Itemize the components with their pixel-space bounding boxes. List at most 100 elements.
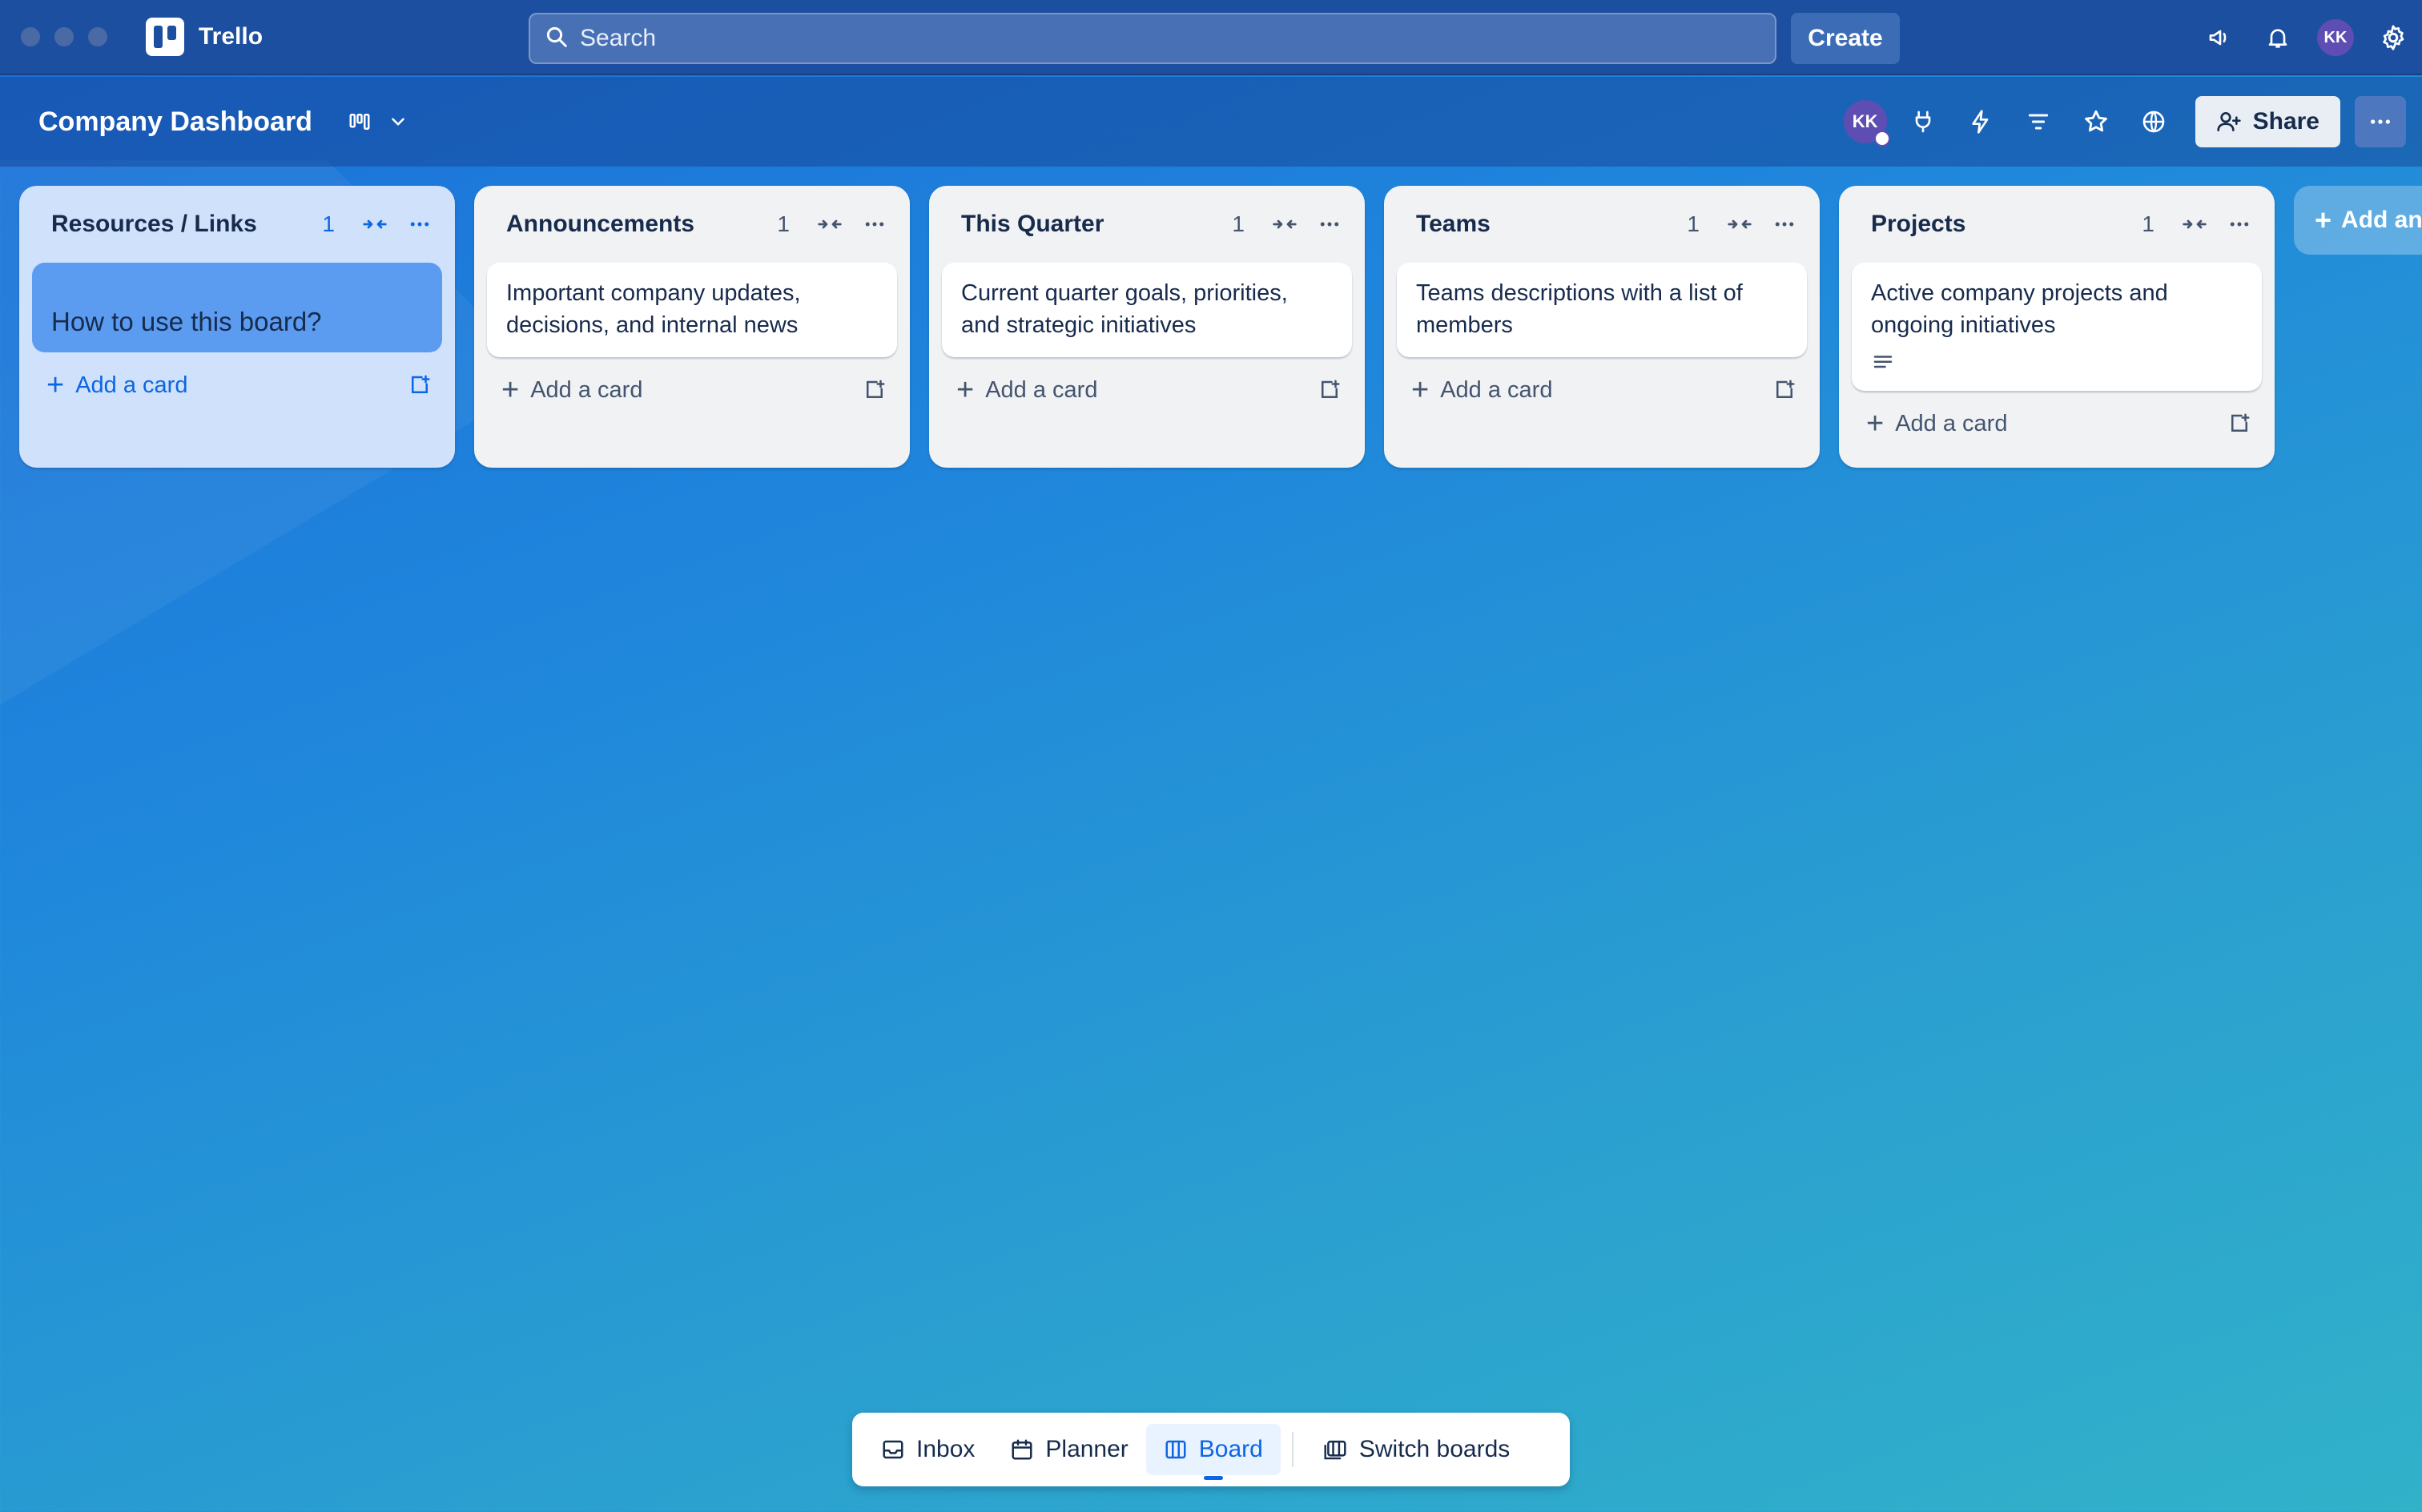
star-button[interactable] <box>2067 93 2125 151</box>
admin-badge-icon <box>1873 131 1890 147</box>
close-window-button[interactable] <box>21 27 40 46</box>
chevron-down-icon <box>392 118 404 126</box>
more-icon <box>865 222 884 227</box>
list-actions-button[interactable] <box>2217 202 2262 247</box>
more-icon <box>1775 222 1794 227</box>
trello-logo[interactable]: Trello <box>146 18 263 56</box>
card[interactable]: How to use this board? <box>32 263 442 352</box>
account-button[interactable]: KK <box>2307 9 2364 66</box>
list-title[interactable]: Resources / Links <box>51 211 322 238</box>
share-button[interactable]: Share <box>2195 96 2340 147</box>
list-title[interactable]: Projects <box>1871 211 2142 238</box>
collapse-list-button[interactable] <box>352 202 397 247</box>
announcements-button[interactable] <box>2191 9 2249 66</box>
card-count: 1 <box>1232 211 1245 236</box>
search-bar[interactable] <box>529 13 1776 64</box>
settings-button[interactable] <box>2364 9 2422 66</box>
add-card-button[interactable]: + Add a card <box>1852 391 2262 456</box>
board-view-switcher[interactable] <box>348 110 408 134</box>
board-title[interactable]: Company Dashboard <box>38 107 312 138</box>
card-title: Active company projects and ongoing init… <box>1871 280 2168 338</box>
top-right-actions: KK <box>2191 0 2422 75</box>
list-title[interactable]: This Quarter <box>961 211 1232 238</box>
template-icon <box>412 375 430 393</box>
nav-planner-label: Planner <box>1045 1436 1129 1462</box>
add-card-label: Add a card <box>530 376 643 403</box>
template-icon <box>867 380 885 398</box>
power-ups-button[interactable] <box>1894 93 1952 151</box>
gear-icon <box>2383 25 2404 50</box>
create-from-template-button[interactable] <box>2217 401 2262 446</box>
collapse-icon <box>1273 219 1297 229</box>
notifications-button[interactable] <box>2249 9 2307 66</box>
minimize-window-button[interactable] <box>54 27 74 46</box>
card[interactable]: Active company projects and ongoing init… <box>1852 263 2262 391</box>
list-header: Teams 1 <box>1397 186 1807 263</box>
add-card-button[interactable]: + Add a card <box>487 357 897 423</box>
board-view-icon <box>349 114 370 130</box>
visibility-button[interactable] <box>2125 93 2183 151</box>
add-card-label: Add a card <box>985 376 1098 403</box>
create-from-template-button[interactable] <box>1307 368 1352 412</box>
calendar-icon <box>1012 1439 1032 1460</box>
nav-planner[interactable]: Planner <box>992 1424 1145 1475</box>
card-count: 1 <box>1687 211 1700 236</box>
list-resources-links[interactable]: Resources / Links 1 How to use this boar… <box>19 186 455 468</box>
list-title[interactable]: Announcements <box>506 211 777 238</box>
add-card-label: Add a card <box>1440 376 1553 403</box>
template-icon <box>1322 380 1340 398</box>
card[interactable]: Teams descriptions with a list of member… <box>1397 263 1807 357</box>
create-button[interactable]: Create <box>1791 13 1900 64</box>
card[interactable]: Current quarter goals, priorities, and s… <box>942 263 1352 357</box>
nav-inbox[interactable]: Inbox <box>863 1424 992 1475</box>
list-announcements[interactable]: Announcements 1 Important company update… <box>474 186 910 468</box>
collapse-list-button[interactable] <box>1717 202 1762 247</box>
collapse-list-button[interactable] <box>1262 202 1307 247</box>
list-actions-button[interactable] <box>1307 202 1352 247</box>
create-from-template-button[interactable] <box>852 368 897 412</box>
nav-switch-boards[interactable]: Switch boards <box>1305 1424 1527 1475</box>
collapse-list-button[interactable] <box>807 202 852 247</box>
add-card-button[interactable]: + Add a card <box>1397 357 1807 423</box>
add-card-button[interactable]: + Add a card <box>942 357 1352 423</box>
avatar: KK <box>2317 19 2354 56</box>
list-actions-button[interactable] <box>397 202 442 247</box>
board-member[interactable]: KK <box>1837 93 1894 151</box>
member-initials: KK <box>1852 111 1878 131</box>
search-input[interactable] <box>580 25 1701 52</box>
list-teams[interactable]: Teams 1 Teams descriptions with a list o… <box>1384 186 1820 468</box>
add-list-button[interactable]: + Add an <box>2294 186 2422 255</box>
nav-board-label: Board <box>1198 1436 1263 1462</box>
search-icon <box>545 25 569 53</box>
app-name: Trello <box>199 23 264 50</box>
list-title[interactable]: Teams <box>1416 211 1687 238</box>
list-projects[interactable]: Projects 1 Active company projects and o… <box>1839 186 2275 468</box>
nav-board[interactable]: Board <box>1145 1424 1281 1480</box>
plus-icon: + <box>2315 203 2332 236</box>
add-list-label: Add an <box>2341 207 2422 233</box>
create-from-template-button[interactable] <box>1762 368 1807 412</box>
card-count: 1 <box>322 211 335 236</box>
list-header: Resources / Links 1 <box>32 186 442 263</box>
zoom-window-button[interactable] <box>88 27 107 46</box>
list-header: Projects 1 <box>1852 186 2262 263</box>
list-actions-button[interactable] <box>852 202 897 247</box>
collapse-list-button[interactable] <box>2172 202 2217 247</box>
description-icon <box>1873 356 1893 368</box>
list-header: Announcements 1 <box>487 186 897 263</box>
bell-icon <box>2268 29 2287 48</box>
add-person-icon <box>2216 112 2241 131</box>
list-this-quarter[interactable]: This Quarter 1 Current quarter goals, pr… <box>929 186 1365 468</box>
board-icon <box>1165 1440 1186 1459</box>
card[interactable]: Important company updates, decisions, an… <box>487 263 897 357</box>
automation-button[interactable] <box>1952 93 2010 151</box>
card-count: 1 <box>777 211 790 236</box>
list-actions-button[interactable] <box>1762 202 1807 247</box>
nav-switch-boards-label: Switch boards <box>1358 1436 1511 1462</box>
filter-button[interactable] <box>2010 93 2067 151</box>
create-from-template-button[interactable] <box>397 363 442 408</box>
plus-icon: + <box>956 373 975 407</box>
add-card-button[interactable]: + Add a card <box>32 352 442 418</box>
nav-inbox-label: Inbox <box>916 1436 976 1462</box>
board-menu-button[interactable] <box>2355 96 2406 147</box>
